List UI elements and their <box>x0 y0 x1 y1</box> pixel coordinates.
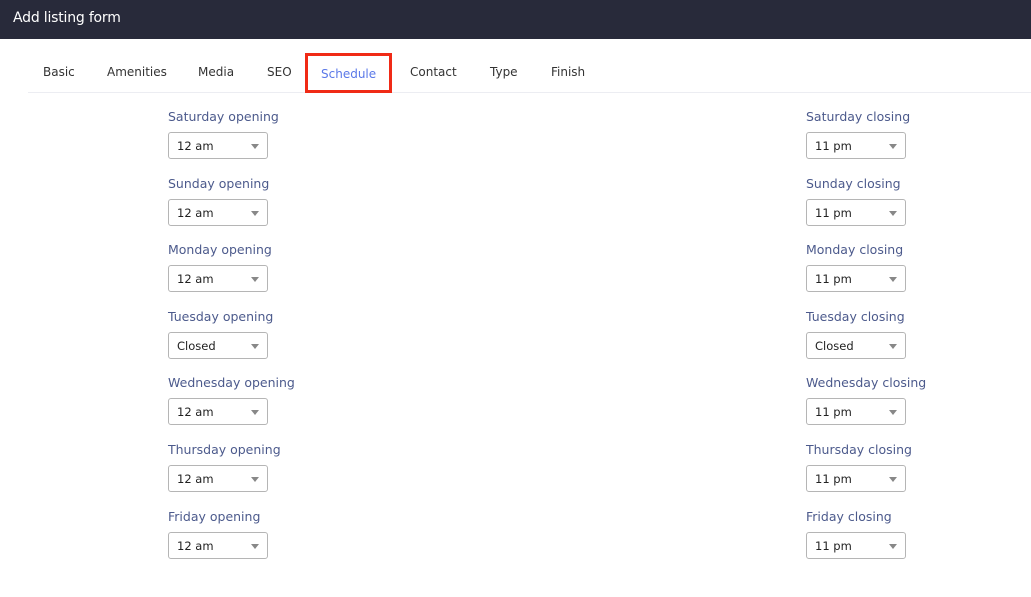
saturday-closing-value: 11 pm <box>815 139 852 153</box>
monday-closing-value: 11 pm <box>815 272 852 286</box>
saturday-opening-value: 12 am <box>177 139 214 153</box>
wednesday-opening-field: Wednesday opening 12 am <box>168 374 295 425</box>
chevron-down-icon <box>251 344 259 349</box>
sunday-closing-select[interactable]: 11 pm <box>806 199 906 226</box>
friday-closing-label: Friday closing <box>806 509 892 524</box>
chevron-down-icon <box>889 477 897 482</box>
tab-bar: Basic Amenities Media SEO Schedule Conta… <box>28 52 1031 93</box>
saturday-closing-field: Saturday closing 11 pm <box>806 108 911 159</box>
monday-closing-label: Monday closing <box>806 242 904 257</box>
tab-media[interactable]: Media <box>198 52 234 92</box>
thursday-closing-select[interactable]: 11 pm <box>806 465 906 492</box>
friday-opening-label: Friday opening <box>168 509 261 524</box>
tab-seo[interactable]: SEO <box>267 52 292 92</box>
chevron-down-icon <box>251 144 259 149</box>
sunday-opening-select[interactable]: 12 am <box>168 199 268 226</box>
saturday-closing-label: Saturday closing <box>806 109 911 124</box>
monday-closing-select[interactable]: 11 pm <box>806 265 906 292</box>
tuesday-opening-select[interactable]: Closed <box>168 332 268 359</box>
tab-basic[interactable]: Basic <box>43 52 75 92</box>
chevron-down-icon <box>889 144 897 149</box>
thursday-opening-value: 12 am <box>177 472 214 486</box>
friday-closing-select[interactable]: 11 pm <box>806 532 906 559</box>
sunday-opening-field: Sunday opening 12 am <box>168 175 270 226</box>
chevron-down-icon <box>889 344 897 349</box>
tab-type[interactable]: Type <box>490 52 518 92</box>
tuesday-opening-value: Closed <box>177 339 216 353</box>
sunday-opening-label: Sunday opening <box>168 176 270 191</box>
chevron-down-icon <box>889 544 897 549</box>
friday-closing-field: Friday closing 11 pm <box>806 508 906 559</box>
chevron-down-icon <box>889 211 897 216</box>
wednesday-closing-field: Wednesday closing 11 pm <box>806 374 927 425</box>
chevron-down-icon <box>251 477 259 482</box>
sunday-opening-value: 12 am <box>177 206 214 220</box>
wednesday-closing-label: Wednesday closing <box>806 375 927 390</box>
wednesday-closing-value: 11 pm <box>815 405 852 419</box>
tuesday-opening-field: Tuesday opening Closed <box>168 308 274 359</box>
thursday-opening-label: Thursday opening <box>168 442 281 457</box>
tuesday-closing-select[interactable]: Closed <box>806 332 906 359</box>
chevron-down-icon <box>889 277 897 282</box>
tab-schedule[interactable]: Schedule <box>305 53 393 93</box>
friday-opening-value: 12 am <box>177 539 214 553</box>
tuesday-closing-label: Tuesday closing <box>806 309 905 324</box>
monday-opening-label: Monday opening <box>168 242 272 257</box>
thursday-closing-label: Thursday closing <box>806 442 912 457</box>
thursday-opening-field: Thursday opening 12 am <box>168 441 281 492</box>
sunday-closing-field: Sunday closing 11 pm <box>806 175 906 226</box>
thursday-opening-select[interactable]: 12 am <box>168 465 268 492</box>
friday-opening-select[interactable]: 12 am <box>168 532 268 559</box>
tab-contact[interactable]: Contact <box>410 52 457 92</box>
wednesday-closing-select[interactable]: 11 pm <box>806 398 906 425</box>
sunday-closing-value: 11 pm <box>815 206 852 220</box>
saturday-opening-select[interactable]: 12 am <box>168 132 268 159</box>
monday-opening-value: 12 am <box>177 272 214 286</box>
chevron-down-icon <box>889 410 897 415</box>
chevron-down-icon <box>251 211 259 216</box>
friday-closing-value: 11 pm <box>815 539 852 553</box>
chevron-down-icon <box>251 410 259 415</box>
title-bar: Add listing form <box>0 0 1031 39</box>
monday-closing-field: Monday closing 11 pm <box>806 241 906 292</box>
sunday-closing-label: Sunday closing <box>806 176 901 191</box>
wednesday-opening-label: Wednesday opening <box>168 375 295 390</box>
saturday-closing-select[interactable]: 11 pm <box>806 132 906 159</box>
thursday-closing-field: Thursday closing 11 pm <box>806 441 912 492</box>
wednesday-opening-select[interactable]: 12 am <box>168 398 268 425</box>
chevron-down-icon <box>251 277 259 282</box>
saturday-opening-label: Saturday opening <box>168 109 279 124</box>
window-title: Add listing form <box>13 10 121 26</box>
tuesday-opening-label: Tuesday opening <box>168 309 274 324</box>
thursday-closing-value: 11 pm <box>815 472 852 486</box>
chevron-down-icon <box>251 544 259 549</box>
tab-amenities[interactable]: Amenities <box>107 52 167 92</box>
saturday-opening-field: Saturday opening 12 am <box>168 108 279 159</box>
monday-opening-select[interactable]: 12 am <box>168 265 268 292</box>
tuesday-closing-field: Tuesday closing Closed <box>806 308 906 359</box>
tuesday-closing-value: Closed <box>815 339 854 353</box>
tab-finish[interactable]: Finish <box>551 52 585 92</box>
wednesday-opening-value: 12 am <box>177 405 214 419</box>
friday-opening-field: Friday opening 12 am <box>168 508 268 559</box>
monday-opening-field: Monday opening 12 am <box>168 241 272 292</box>
